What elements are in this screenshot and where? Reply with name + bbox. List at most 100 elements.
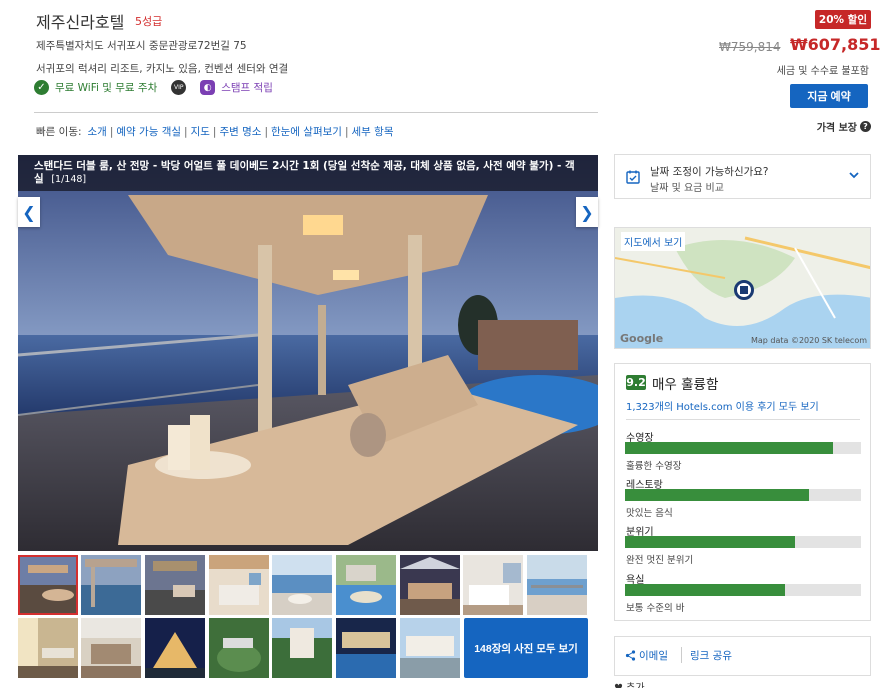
thumbnail-image bbox=[18, 555, 78, 615]
category-bar bbox=[625, 584, 861, 596]
photo-thumbnail[interactable] bbox=[336, 555, 396, 615]
email-share-link[interactable]: 이메일 bbox=[625, 648, 668, 663]
price-guarantee-link[interactable]: 가격 보장 ? bbox=[817, 119, 871, 134]
photo-thumbnail[interactable] bbox=[145, 555, 205, 615]
star-rating: 5성급 bbox=[135, 15, 163, 28]
view-on-map-link[interactable]: 지도에서 보기 bbox=[621, 232, 686, 251]
photo-caption: 스탠다드 더블 룸, 산 전망 - 박당 어얼트 풀 데이베드 2시간 1회 (… bbox=[18, 155, 598, 191]
review-divider bbox=[626, 419, 860, 420]
photo-thumbnail[interactable] bbox=[400, 555, 460, 615]
thumbnail-image bbox=[145, 618, 205, 678]
photo-thumbnail[interactable] bbox=[145, 618, 205, 678]
thumbnail-image bbox=[209, 555, 269, 615]
date-adjust-subtitle: 날짜 및 요금 비교 bbox=[650, 183, 724, 194]
original-price: ₩759,814 bbox=[719, 40, 781, 54]
header-divider bbox=[34, 112, 598, 113]
thumbnail-image bbox=[400, 618, 460, 678]
nav-separator: | bbox=[264, 125, 268, 138]
tax-note: 세금 및 수수료 불포함 bbox=[776, 66, 869, 77]
photo-thumbnail[interactable] bbox=[272, 618, 332, 678]
hotel-pool-photo bbox=[18, 155, 598, 551]
previous-photo-arrow-icon[interactable]: ❮ bbox=[18, 197, 40, 227]
date-adjust-title: 날짜 조정이 가능하신가요? bbox=[650, 166, 769, 178]
quick-nav-attractions[interactable]: 주변 명소 bbox=[219, 124, 261, 139]
quick-nav-label: 빠른 이동: bbox=[36, 126, 82, 138]
amenities-row: ✓ 무료 WiFi 및 무료 주차 VIP ◐ 스탬프 적립 bbox=[34, 80, 273, 95]
share-card: 이메일 링크 공유 bbox=[614, 636, 871, 676]
category-bar-fill bbox=[625, 584, 786, 596]
photo-caption-text: 스탠다드 더블 룸, 산 전망 - 박당 어얼트 풀 데이베드 2시간 1회 (… bbox=[34, 160, 575, 185]
chevron-down-icon[interactable] bbox=[848, 169, 860, 185]
photo-thumbnail[interactable] bbox=[336, 618, 396, 678]
quick-nav-rooms[interactable]: 예약 가능 객실 bbox=[116, 124, 181, 139]
thumbnail-image bbox=[209, 618, 269, 678]
quick-nav-details[interactable]: 세부 항목 bbox=[352, 124, 394, 139]
category-bar-fill bbox=[625, 442, 833, 454]
copy-link-button[interactable]: 링크 공유 bbox=[690, 648, 732, 663]
thumbnail-image bbox=[145, 555, 205, 615]
hotel-name: 제주신라호텔 bbox=[36, 13, 125, 32]
category-bar-fill bbox=[625, 489, 810, 501]
nav-separator: | bbox=[109, 125, 114, 138]
hotel-map-pin-icon bbox=[734, 280, 754, 300]
photo-thumbnail[interactable] bbox=[272, 555, 332, 615]
photo-thumbnail[interactable] bbox=[463, 555, 523, 615]
discount-badge: 20% 할인 bbox=[814, 10, 871, 29]
photo-thumbnail[interactable] bbox=[527, 555, 587, 615]
nav-separator: | bbox=[344, 125, 349, 138]
quick-nav: 빠른 이동: 소개 | 예약 가능 객실 | 지도 | 주변 명소 | 한눈에 … bbox=[36, 124, 393, 139]
photo-thumbnail[interactable] bbox=[209, 555, 269, 615]
amenity-wifi-parking: 무료 WiFi 및 무료 주차 bbox=[55, 82, 158, 94]
category-bar bbox=[625, 489, 861, 501]
date-adjust-card[interactable]: 날짜 조정이 가능하신가요? 날짜 및 요금 비교 bbox=[614, 154, 871, 199]
current-price: ₩607,851 bbox=[790, 35, 881, 54]
price-guarantee-label: 가격 보장 bbox=[816, 123, 857, 134]
chevron-down-glyph bbox=[849, 172, 859, 179]
nav-separator: | bbox=[184, 125, 188, 138]
review-score-badge: 9.2 bbox=[626, 375, 646, 390]
category-description: 보통 수준의 바 bbox=[626, 603, 685, 614]
next-photo-arrow-icon[interactable]: ❯ bbox=[576, 197, 598, 227]
category-description: 맛있는 음식 bbox=[626, 508, 673, 519]
thumbnail-image bbox=[81, 555, 141, 615]
amenity-stamp: 스탬프 적립 bbox=[221, 82, 273, 94]
thumbnail-image bbox=[336, 555, 396, 615]
help-icon[interactable]: ? bbox=[860, 121, 871, 132]
main-photo[interactable]: 스탠다드 더블 룸, 산 전망 - 박당 어얼트 풀 데이베드 2시간 1회 (… bbox=[18, 155, 598, 551]
photo-thumbnail[interactable] bbox=[81, 618, 141, 678]
photo-thumbnail[interactable] bbox=[400, 618, 460, 678]
view-all-photos-button[interactable]: 148장의 사진 모두 보기 bbox=[464, 618, 588, 678]
photo-thumbnail[interactable] bbox=[18, 618, 78, 678]
map-card[interactable]: 지도에서 보기 Google Map data ©2020 SK telecom bbox=[614, 227, 871, 349]
quick-nav-map[interactable]: 지도 bbox=[191, 124, 210, 139]
map-credit: Map data ©2020 SK telecom bbox=[750, 336, 867, 345]
quick-nav-at-a-glance[interactable]: 한눈에 살펴보기 bbox=[271, 124, 342, 139]
quick-nav-overview[interactable]: 소개 bbox=[88, 124, 107, 139]
photo-counter: [1/148] bbox=[51, 174, 87, 185]
vip-icon: VIP bbox=[171, 80, 187, 95]
hotel-description: 서귀포의 럭셔리 리조트, 카지노 있음, 컨벤션 센터와 연결 bbox=[36, 63, 289, 75]
add-favorite-link[interactable]: ♥ 추가 bbox=[614, 679, 645, 688]
thumbnail-image bbox=[81, 618, 141, 678]
thumbnail-image bbox=[272, 555, 332, 615]
email-share-label: 이메일 bbox=[639, 650, 668, 662]
all-reviews-link[interactable]: 1,323개의 Hotels.com 이용 후기 모두 보기 bbox=[626, 398, 819, 413]
book-now-button[interactable]: 지금 예약 bbox=[790, 84, 868, 108]
photo-thumbnail[interactable] bbox=[18, 555, 78, 615]
review-summary-card: 9.2 매우 훌륭함 1,323개의 Hotels.com 이용 후기 모두 보… bbox=[614, 363, 871, 621]
check-icon: ✓ bbox=[34, 80, 49, 95]
share-icon bbox=[625, 650, 636, 661]
category-description: 완전 멋진 분위기 bbox=[626, 555, 694, 566]
nav-separator: | bbox=[212, 125, 217, 138]
category-description: 훌륭한 수영장 bbox=[626, 461, 682, 472]
hotel-address: 제주특별자치도 서귀포시 중문관광로72번길 75 bbox=[36, 40, 247, 52]
thumbnail-image bbox=[272, 618, 332, 678]
thumbnail-image bbox=[336, 618, 396, 678]
review-score-label: 매우 훌륭함 bbox=[652, 377, 719, 393]
photo-thumbnail[interactable] bbox=[209, 618, 269, 678]
category-bar bbox=[625, 442, 861, 454]
category-bar bbox=[625, 536, 861, 548]
photo-thumbnail[interactable] bbox=[81, 555, 141, 615]
calendar-icon bbox=[626, 170, 640, 184]
stamp-icon: ◐ bbox=[200, 80, 216, 95]
